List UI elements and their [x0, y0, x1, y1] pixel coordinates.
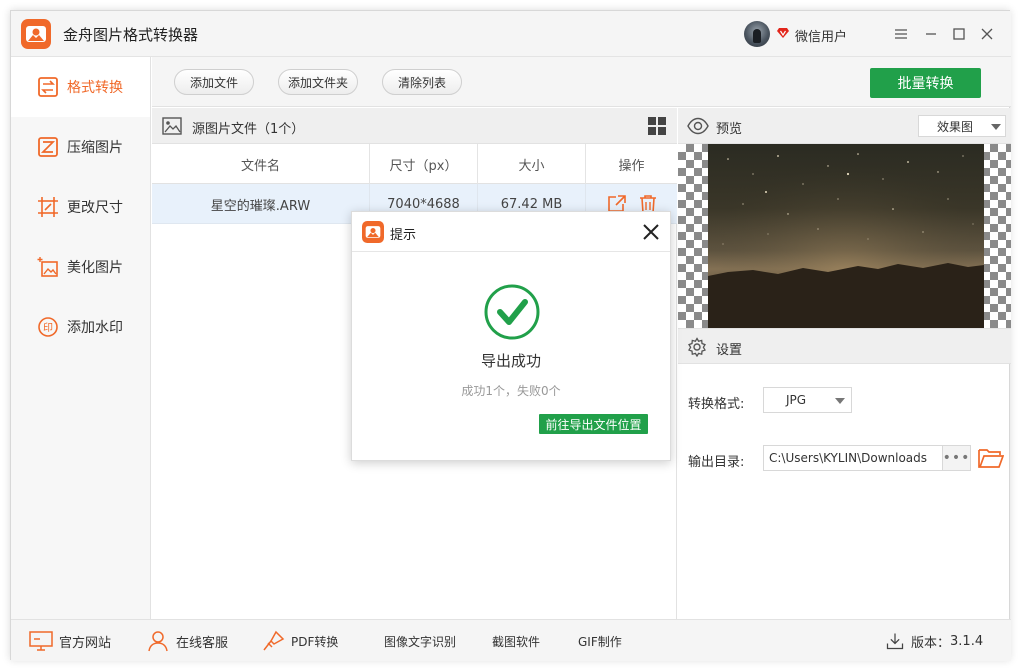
- beautify-icon: [37, 257, 58, 277]
- success-dialog: 提示 导出成功 成功1个，失败0个 前往导出文件位置: [351, 211, 671, 461]
- brush-icon: [263, 630, 285, 651]
- support-label: 在线客服: [176, 635, 229, 651]
- sidebar-item-label: 更改尺寸: [67, 200, 123, 216]
- chevron-down-icon: [991, 124, 1001, 130]
- pdf-label: PDF转换: [291, 634, 339, 649]
- close-icon: [981, 28, 993, 40]
- version-number: 3.1.4: [950, 633, 984, 649]
- sidebar: 格式转换 压缩图片 更改尺寸 美化图片 印 添加水印: [11, 57, 151, 619]
- maximize-button[interactable]: [947, 22, 971, 46]
- dialog-header: 提示: [352, 212, 670, 252]
- version-label: 版本：: [911, 635, 951, 651]
- sidebar-item-label: 压缩图片: [67, 140, 123, 156]
- sidebar-item-label: 添加水印: [67, 320, 123, 336]
- monitor-icon: [29, 631, 53, 651]
- dialog-sub-message: 成功1个，失败0个: [461, 384, 561, 398]
- open-export-location-button[interactable]: 前往导出文件位置: [539, 414, 648, 434]
- ocr-link[interactable]: 图像文字识别: [384, 620, 456, 662]
- minimize-button[interactable]: [919, 22, 943, 46]
- settings-title: 设置: [716, 343, 743, 358]
- sidebar-item-format-convert[interactable]: 格式转换: [11, 57, 150, 117]
- dialog-title: 提示: [390, 228, 417, 243]
- chevron-down-icon: [835, 398, 845, 404]
- image-icon: [162, 117, 182, 135]
- output-dir-label: 输出目录:: [688, 455, 745, 470]
- file-panel-title: 源图片文件（1个）: [192, 122, 305, 137]
- title-bar: 金舟图片格式转换器 微信用户: [11, 11, 1011, 57]
- sidebar-item-compress[interactable]: 压缩图片: [11, 117, 150, 177]
- svg-text:印: 印: [43, 322, 53, 334]
- maximize-icon: [953, 28, 965, 40]
- sidebar-item-resize[interactable]: 更改尺寸: [11, 177, 150, 237]
- column-header-size: 大小: [478, 144, 586, 184]
- preview-image: [708, 144, 984, 328]
- cell-filename: 星空的璀璨.ARW: [152, 184, 370, 224]
- close-button[interactable]: [975, 22, 999, 46]
- format-convert-icon: [38, 77, 58, 97]
- preview-title: 预览: [716, 122, 743, 137]
- batch-convert-button[interactable]: 批量转换: [870, 68, 981, 98]
- footer-bar: 官方网站 在线客服 PDF转换 图像文字识别 截图软件 GIF制作 版本： 3.…: [11, 619, 1011, 661]
- eye-icon: [687, 117, 709, 135]
- screenshot-link[interactable]: 截图软件: [492, 620, 540, 662]
- gear-icon: [688, 337, 706, 357]
- gif-link[interactable]: GIF制作: [578, 620, 622, 662]
- watermark-icon: 印: [38, 317, 58, 337]
- menu-icon: [895, 29, 907, 39]
- format-label: 转换格式:: [688, 397, 745, 412]
- app-logo-icon: [362, 221, 384, 243]
- website-label: 官方网站: [59, 635, 112, 651]
- sidebar-item-watermark[interactable]: 印 添加水印: [11, 297, 150, 357]
- column-header-filename: 文件名: [152, 144, 370, 184]
- add-file-button[interactable]: 添加文件: [174, 69, 254, 95]
- browse-button[interactable]: •••: [943, 445, 971, 471]
- file-panel-header: 源图片文件（1个）: [152, 108, 677, 144]
- format-select[interactable]: JPG: [763, 387, 852, 413]
- preview-header: 预览 效果图: [678, 108, 1011, 144]
- person-icon: [148, 631, 168, 652]
- pdf-link[interactable]: PDF转换: [261, 620, 338, 662]
- table-header: 文件名 尺寸（px） 大小 操作: [152, 144, 677, 184]
- vip-diamond-icon: [777, 28, 789, 38]
- website-link[interactable]: 官方网站: [29, 620, 111, 662]
- compress-icon: [38, 137, 58, 157]
- app-title: 金舟图片格式转换器: [63, 26, 199, 44]
- menu-button[interactable]: [889, 22, 913, 46]
- toolbar: 添加文件 添加文件夹 清除列表 批量转换: [152, 57, 1011, 107]
- grid-view-icon[interactable]: [647, 116, 667, 136]
- add-folder-button[interactable]: 添加文件夹: [278, 69, 358, 95]
- format-value: JPG: [786, 393, 807, 407]
- minimize-icon: [926, 33, 936, 35]
- version-info[interactable]: 版本： 3.1.4: [885, 620, 983, 662]
- support-link[interactable]: 在线客服: [146, 620, 228, 662]
- sidebar-item-label: 美化图片: [67, 260, 123, 276]
- app-logo-icon: [21, 19, 51, 49]
- output-path-field[interactable]: C:\Users\KYLIN\Downloads: [763, 445, 943, 471]
- settings-header: 设置: [678, 328, 1011, 364]
- clear-list-button[interactable]: 清除列表: [382, 69, 462, 95]
- sidebar-item-beautify[interactable]: 美化图片: [11, 237, 150, 297]
- user-name[interactable]: 微信用户: [795, 26, 847, 45]
- resize-icon: [38, 197, 58, 217]
- close-icon[interactable]: [640, 221, 662, 243]
- preview-canvas: [678, 144, 1011, 328]
- column-header-actions: 操作: [618, 158, 645, 174]
- avatar[interactable]: [744, 21, 770, 47]
- column-header-dimensions: 尺寸（px）: [370, 144, 478, 184]
- sidebar-item-label: 格式转换: [67, 80, 123, 96]
- check-circle-icon: [484, 284, 540, 340]
- preview-mode-select[interactable]: 效果图: [918, 115, 1006, 137]
- dialog-message: 导出成功: [480, 352, 541, 370]
- download-icon: [886, 633, 904, 650]
- preview-mode-value: 效果图: [937, 119, 974, 134]
- app-window: 金舟图片格式转换器 微信用户 格式转换 压缩图片 更改尺寸 美化图片 印 添加水…: [10, 10, 1011, 661]
- folder-icon[interactable]: [978, 447, 1004, 469]
